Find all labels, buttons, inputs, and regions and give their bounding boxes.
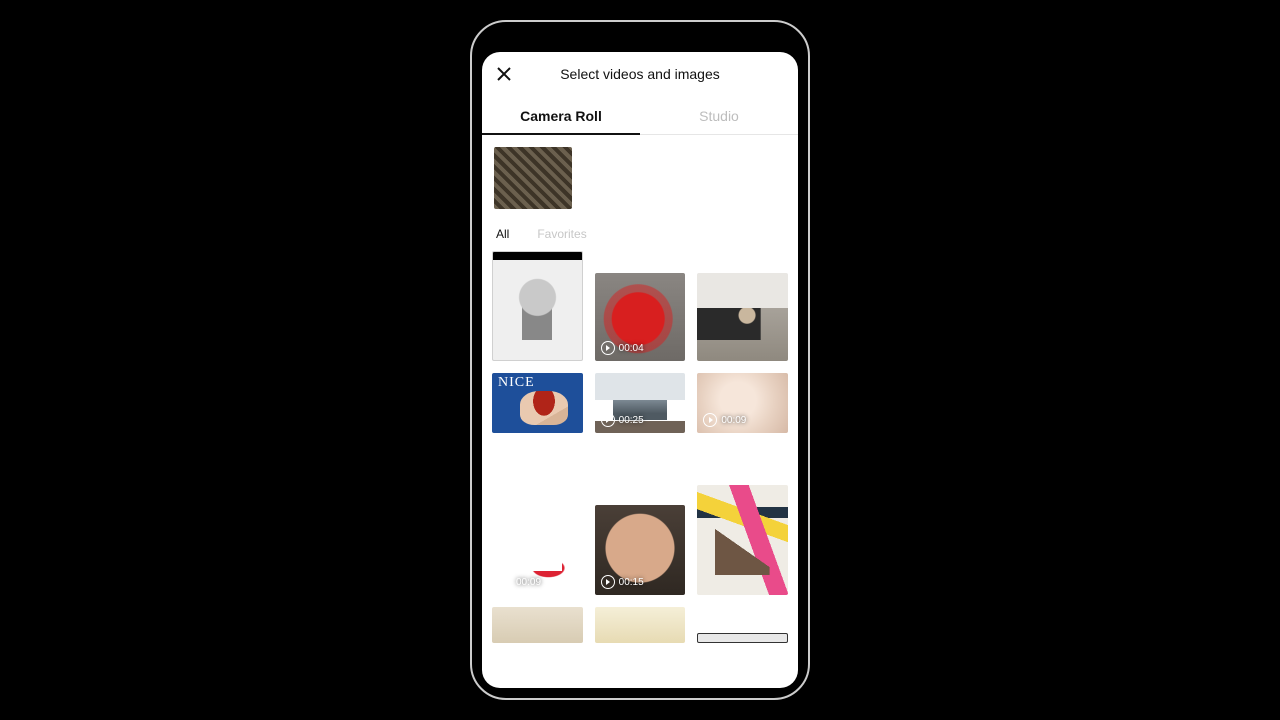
source-tabs: Camera Roll Studio [482, 96, 798, 135]
grid-item[interactable]: 00:25 [595, 373, 686, 433]
play-icon [601, 413, 615, 427]
grid-item[interactable] [697, 485, 788, 595]
grid-item[interactable] [492, 607, 583, 643]
tab-label: Studio [699, 108, 739, 124]
grid-item[interactable]: 00:15 [595, 505, 686, 595]
header-title: Select videos and images [560, 66, 720, 82]
grid-item[interactable] [697, 633, 788, 643]
recent-thumbnail[interactable] [494, 147, 572, 209]
header: Select videos and images [482, 52, 798, 96]
tab-studio[interactable]: Studio [640, 96, 798, 134]
video-duration: 00:04 [619, 343, 644, 354]
grid-item[interactable] [492, 251, 583, 361]
video-duration: 00:15 [619, 577, 644, 588]
video-duration: 00:25 [619, 415, 644, 426]
tab-label: Camera Roll [520, 108, 602, 124]
filter-all[interactable]: All [496, 227, 509, 241]
video-duration: 00:09 [721, 415, 746, 426]
video-badge: 00:09 [703, 413, 746, 427]
tab-camera-roll[interactable]: Camera Roll [482, 96, 640, 134]
video-duration: 00:09 [516, 577, 541, 588]
play-icon [601, 341, 615, 355]
media-grid: 00:04 00:25 00:09 00:0 [482, 251, 798, 688]
video-badge: 00:04 [601, 341, 644, 355]
grid-item[interactable]: 00:04 [595, 273, 686, 361]
close-icon [496, 66, 512, 82]
grid-item[interactable] [595, 607, 686, 643]
video-badge: 00:25 [601, 413, 644, 427]
app-screen: Select videos and images Camera Roll Stu… [482, 52, 798, 688]
play-icon [498, 575, 512, 589]
play-icon [601, 575, 615, 589]
close-button[interactable] [492, 62, 516, 86]
phone-frame: Select videos and images Camera Roll Stu… [470, 20, 810, 700]
filter-row: All Favorites [482, 221, 798, 251]
grid-item[interactable]: 00:09 [492, 445, 583, 595]
grid-item[interactable]: 00:09 [697, 373, 788, 433]
grid-item[interactable] [697, 273, 788, 361]
play-icon [703, 413, 717, 427]
filter-favorites[interactable]: Favorites [537, 227, 586, 241]
video-badge: 00:15 [601, 575, 644, 589]
recent-strip [482, 135, 798, 221]
grid-item[interactable] [492, 373, 583, 433]
video-badge: 00:09 [498, 575, 541, 589]
